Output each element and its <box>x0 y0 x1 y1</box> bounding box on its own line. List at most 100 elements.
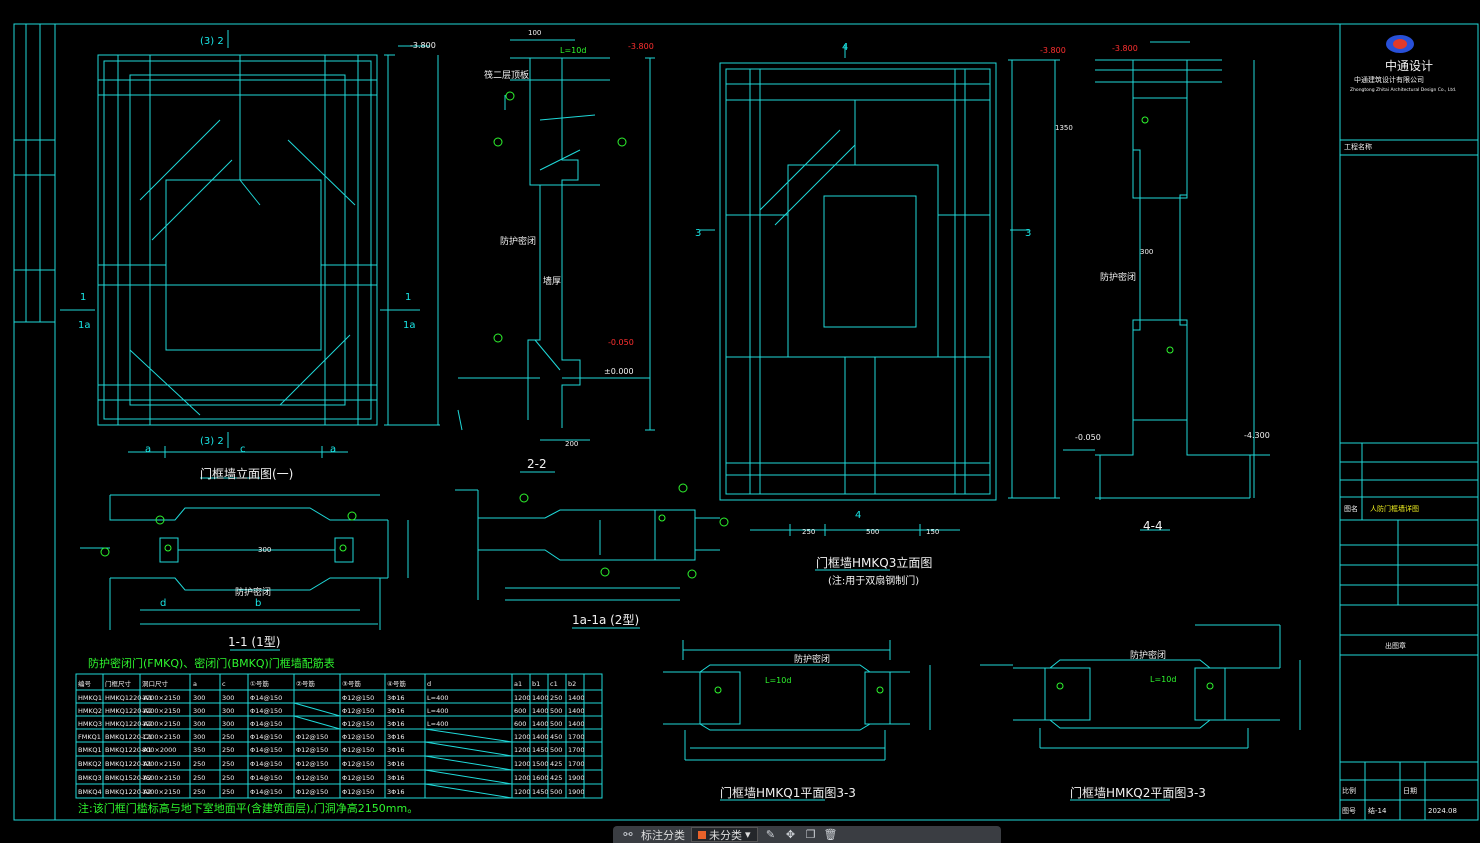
table-cell: 250 <box>222 746 234 754</box>
table-cell: 3Φ16 <box>387 707 405 715</box>
table-cell: 1200×2150 <box>142 760 181 768</box>
no-value: 结-14 <box>1368 806 1387 815</box>
table-cell: 250 <box>222 760 234 768</box>
lap-label-1: L=10d <box>560 46 586 55</box>
table-cell: 500 <box>550 746 562 754</box>
table-header-cell: b2 <box>568 680 576 688</box>
table-header-cell: ④号筋 <box>387 679 406 688</box>
table-header-cell: ②号筋 <box>296 679 315 688</box>
table-cell: Φ12@150 <box>296 760 328 768</box>
table-cell: 3Φ16 <box>387 774 405 782</box>
delete-icon[interactable]: 🗑 <box>824 829 838 841</box>
mark-a-right: a <box>330 444 336 455</box>
table-cell: 250 <box>222 788 234 796</box>
table-cell: 250 <box>193 774 205 782</box>
drawing-name: 人防门框墙详图 <box>1370 504 1419 513</box>
table-cell: 1700 <box>568 760 585 768</box>
section-4-4 <box>1008 41 1270 531</box>
mark-1-left: 1 <box>80 292 86 303</box>
table-cell: 1200 <box>514 694 531 702</box>
dim-1350: 1350 <box>1055 124 1073 132</box>
table-cell: 250 <box>550 694 562 702</box>
section-1a-1a-title: 1a-1a (2型) <box>572 613 639 627</box>
dim-500: 500 <box>866 528 879 536</box>
table-cell: 300 <box>222 720 234 728</box>
table-cell: 600 <box>514 720 526 728</box>
table-header-cell: d <box>427 680 431 688</box>
copy-icon[interactable]: ❐ <box>804 829 818 841</box>
table-cell: 250 <box>222 733 234 741</box>
table-cell: L=400 <box>427 720 448 728</box>
table-cell: 1450 <box>532 746 549 754</box>
table-cell: Φ14@150 <box>250 720 282 728</box>
thick-label: 墙厚 <box>543 275 561 287</box>
plan-hmkq1-title: 门框墙HMKQ1平面图3-3 <box>720 785 856 800</box>
title-block <box>1340 139 1478 820</box>
category-select[interactable]: 未分类 ▾ <box>691 827 758 842</box>
table-cell: Φ12@150 <box>296 788 328 796</box>
section-2-2 <box>457 39 655 473</box>
table-cell: 300 <box>193 707 205 715</box>
table-note: 注:该门框门槛标高与地下室地面平(含建筑面层),门洞净高2150mm。 <box>78 801 418 815</box>
table-cell: BMKQ4 <box>78 788 102 796</box>
date-label: 日期 <box>1403 787 1417 795</box>
table-cell: 1400 <box>532 694 549 702</box>
table-header-cell: c1 <box>550 680 558 688</box>
category-color-swatch <box>698 830 706 839</box>
no-label: 图号 <box>1342 807 1356 815</box>
section-4-4-title: 4-4 <box>1143 519 1163 533</box>
table-header-cell: b1 <box>532 680 540 688</box>
table-cell: HMKQ2 <box>78 707 102 715</box>
move-icon[interactable]: ✥ <box>784 829 798 841</box>
dim-300b: 300 <box>1140 248 1153 256</box>
wall-label-4: 防护密闭 <box>1130 649 1166 661</box>
company-logo <box>1386 35 1414 53</box>
table-cell: L=400 <box>427 694 448 702</box>
chevron-down-icon: ▾ <box>745 829 751 841</box>
wall-label-3: 防护密闭 <box>794 653 830 665</box>
table-cell: 1400 <box>532 707 549 715</box>
mark-b: b <box>255 598 261 609</box>
mark-1a-left: 1a <box>78 320 91 331</box>
table-cell: Φ12@150 <box>342 774 374 782</box>
mark-1a-right: 1a <box>403 320 416 331</box>
table-cell: Φ12@150 <box>342 720 374 728</box>
drawing-label: 图名 <box>1344 504 1358 513</box>
table-cell: 1200×2150 <box>142 720 181 728</box>
table-cell: 1900 <box>568 788 585 796</box>
elevation-hmkq3 <box>700 44 997 571</box>
table-cell: 3Φ16 <box>387 733 405 741</box>
table-cell: 800×2000 <box>142 746 176 754</box>
section-1-1 <box>80 494 409 651</box>
floor-label: 筏二层顶板 <box>484 69 529 81</box>
table-cell: Φ12@150 <box>296 733 328 741</box>
table-cell: 1400 <box>568 720 585 728</box>
table-cell: 3Φ16 <box>387 746 405 754</box>
table-cell: Φ14@150 <box>250 774 282 782</box>
table-cell: Φ14@150 <box>250 760 282 768</box>
edit-icon[interactable]: ✎ <box>764 829 778 841</box>
table-cell: BMKQ1 <box>78 746 102 754</box>
table-cell: 300 <box>222 707 234 715</box>
cad-drawing-canvas[interactable]: 门框墙立面图(一) 2-2 门框墙HMKQ3立面图 (注:用于双扇钢制门) 4-… <box>0 0 1480 843</box>
section-1-1-title: 1-1 (1型) <box>228 635 280 649</box>
wall-label-5: 防护密闭 <box>235 586 271 598</box>
table-cell: 250 <box>193 760 205 768</box>
elevation-1-title: 门框墙立面图(一) <box>200 466 293 481</box>
table-cell: Φ12@150 <box>342 788 374 796</box>
mark-3-left: 3 <box>695 228 701 239</box>
table-cell: 300 <box>193 720 205 728</box>
table-cell: 500 <box>550 788 562 796</box>
table-cell: 3Φ16 <box>387 788 405 796</box>
level-5: -0.050 <box>608 338 634 347</box>
table-cell: 1400 <box>568 694 585 702</box>
table-cell: 1400 <box>568 707 585 715</box>
table-cell: Φ12@150 <box>342 760 374 768</box>
mark-a-left: a <box>145 444 151 455</box>
table-cell: L=400 <box>427 707 448 715</box>
table-cell: 1200×2150 <box>142 707 181 715</box>
table-cell: 500 <box>550 707 562 715</box>
link-icon[interactable]: ⚯ <box>621 829 635 841</box>
category-select-value: 未分类 <box>709 829 742 842</box>
table-cell: Φ12@150 <box>342 746 374 754</box>
